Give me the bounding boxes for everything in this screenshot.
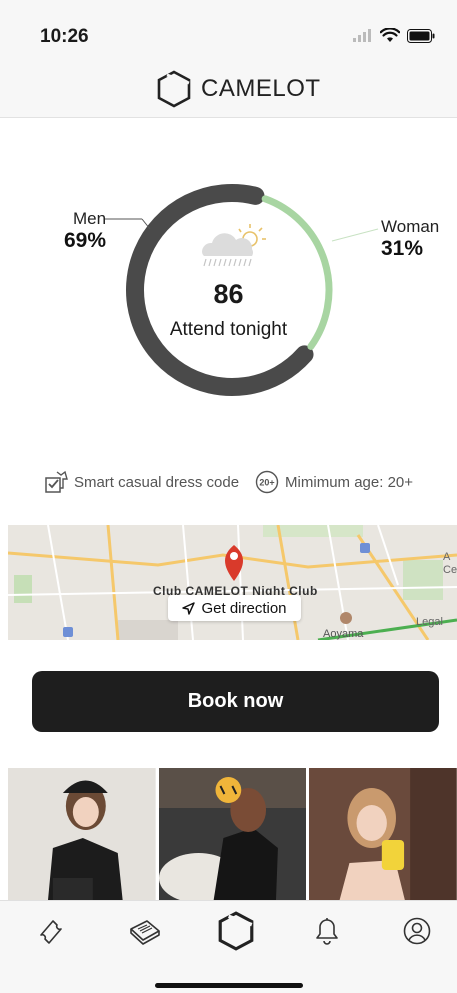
dress-code-info: Smart casual dress code (44, 470, 239, 494)
status-time: 10:26 (40, 26, 89, 47)
gallery-photo[interactable] (309, 768, 457, 901)
woman-label: Woman (381, 217, 440, 236)
battery-icon (407, 28, 435, 43)
map-label-aoyama: Aoyama (323, 628, 364, 640)
venue-info-row: Smart casual dress code 20+ Mimimum age:… (0, 466, 457, 498)
photo-1-image (8, 768, 156, 901)
ticket-icon (40, 920, 62, 944)
get-direction-button[interactable]: Get direction (168, 595, 301, 621)
map-label-edge-line-2: Ce (443, 564, 457, 576)
tab-home[interactable] (216, 911, 256, 951)
photo-3-image (309, 768, 457, 901)
gallery-photo[interactable] (8, 768, 156, 901)
men-callout-diag (141, 218, 151, 230)
men-percent: 69% (64, 229, 107, 252)
app-header: CAMELOT (0, 62, 457, 118)
rain-sun-icon (201, 224, 266, 267)
woman-stat: Woman 31% (381, 217, 439, 261)
attendance-count: 86 (213, 279, 244, 309)
attendance-count-label: Attend tonight (169, 319, 288, 340)
woman-callout-line (331, 228, 379, 242)
home-indicator[interactable] (155, 983, 303, 988)
book-now-button[interactable]: Book now (32, 671, 439, 732)
signal-icon (353, 29, 371, 42)
min-age-text: Mimimum age: 20+ (285, 473, 414, 491)
status-icons (353, 28, 435, 43)
map-label-edge: A Ce (443, 551, 457, 577)
photo-2-image (158, 768, 307, 901)
attendance-panel: Men 69% Woman 31% 86 Attend tonight (0, 119, 457, 459)
tab-tickets[interactable] (33, 913, 69, 949)
age-badge-text: 20+ (259, 478, 274, 488)
camelot-logo-icon (218, 911, 254, 951)
brand-logo[interactable]: CAMELOT (156, 70, 321, 108)
camelot-logo-icon (157, 70, 191, 108)
gallery-photo[interactable] (158, 768, 307, 901)
tab-notifications[interactable] (309, 913, 345, 949)
bottom-tab-bar (0, 900, 457, 993)
woman-percent: 31% (381, 237, 424, 260)
men-stat: Men 69% (64, 209, 106, 253)
dress-code-text: Smart casual dress code (73, 473, 240, 491)
status-bar: 10:26 (0, 0, 457, 62)
photo-gallery (8, 768, 457, 901)
men-label: Men (72, 209, 107, 228)
age-badge-icon: 20+ (255, 470, 279, 494)
map-label-edge-line-1: A (443, 551, 451, 563)
profile-icon (403, 917, 431, 945)
venue-map[interactable]: Club CAMELOT Night Club Get direction Ao… (8, 525, 457, 640)
tab-news[interactable] (127, 913, 163, 949)
navigation-arrow-icon (182, 601, 196, 615)
map-label-legal: Legal (416, 616, 443, 628)
wifi-icon (380, 28, 400, 42)
newspaper-icon (130, 920, 160, 945)
min-age-info: 20+ Mimimum age: 20+ (255, 470, 413, 494)
dress-code-icon (45, 470, 68, 493)
bell-icon (316, 918, 338, 945)
brand-name: CAMELOT (201, 75, 321, 102)
get-direction-label: Get direction (201, 599, 287, 617)
tab-profile[interactable] (399, 913, 435, 949)
map-background (8, 525, 457, 640)
